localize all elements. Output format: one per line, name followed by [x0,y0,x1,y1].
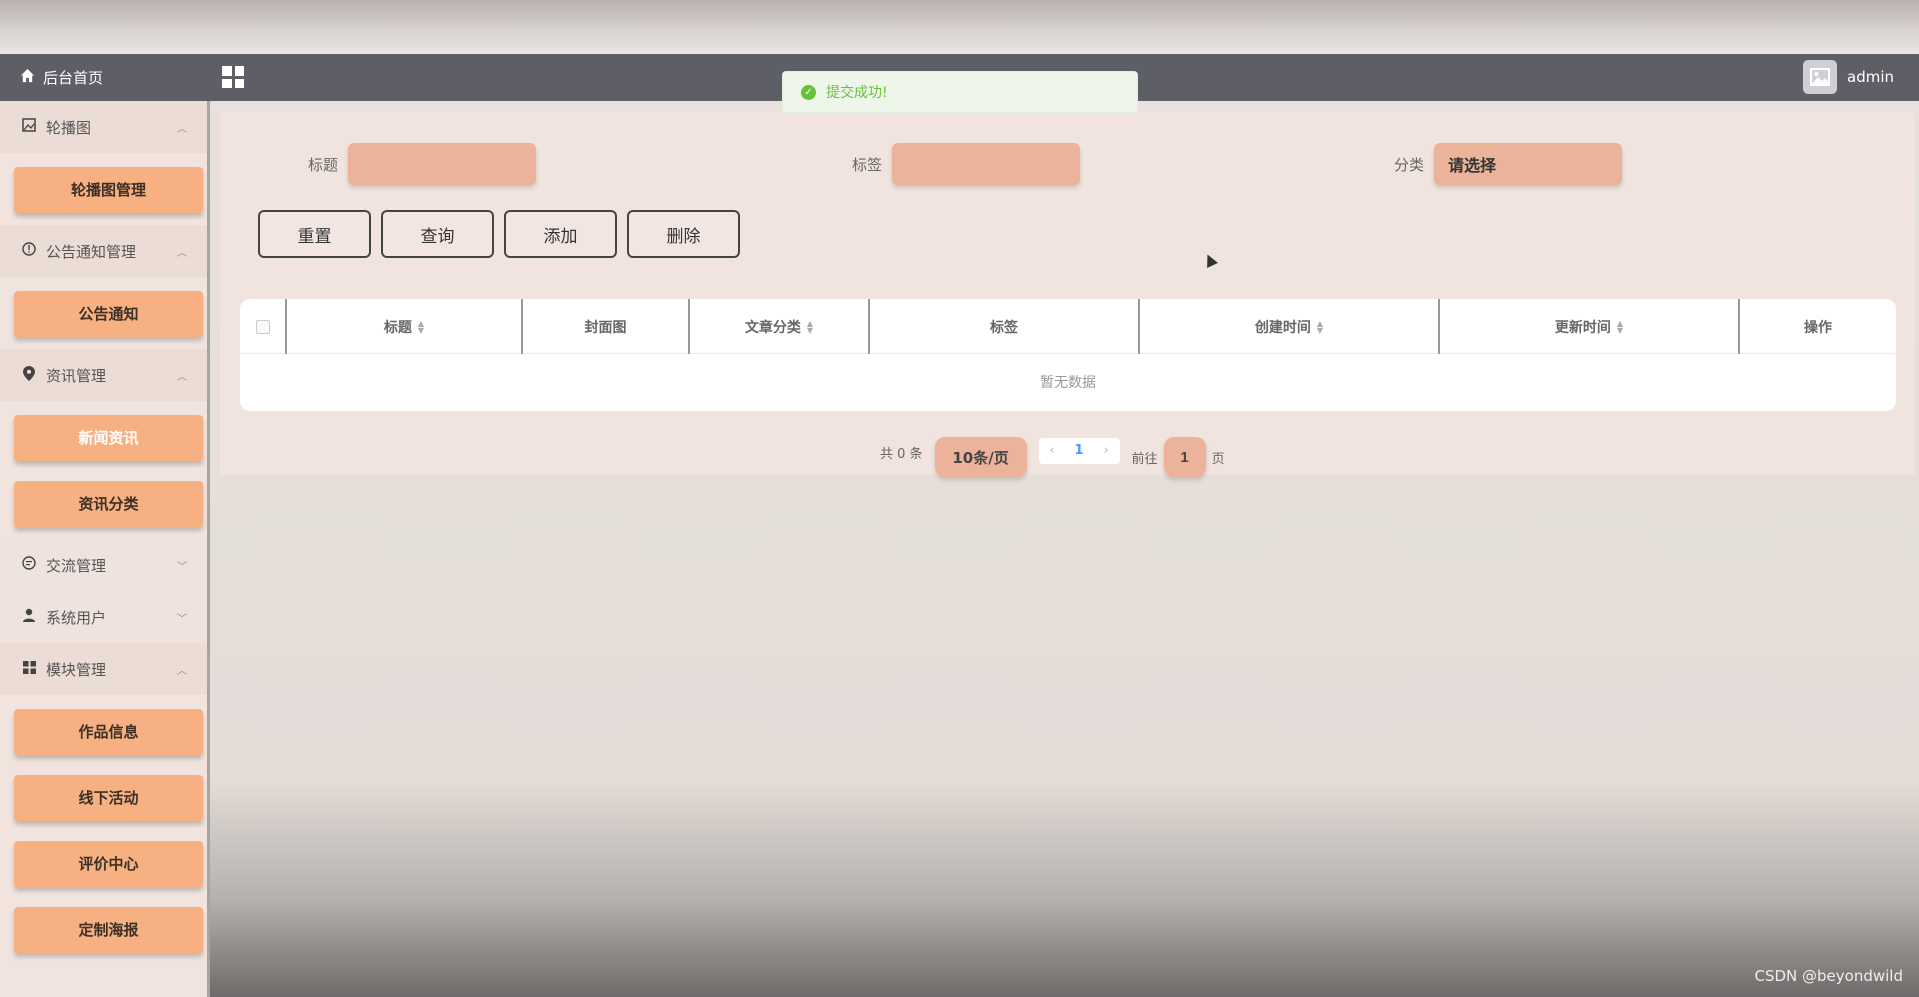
page-numbers: ‹ 1 › [1038,437,1120,464]
sidebar-item-offline-activity[interactable]: 线下活动 [14,775,203,821]
sidebar-item-notice[interactable]: 公告通知 [14,291,203,337]
location-pin-icon [20,365,38,385]
sidebar-group-news[interactable]: 资讯管理 ︿ [0,349,207,401]
picture-icon [20,118,38,136]
table-header: 标题 ▲▼ 封面图 文章分类 ▲▼ 标签 创建时间 ▲▼ 更新时间 ▲▼ [240,299,1896,354]
sidebar-group-users[interactable]: 系统用户 ﹀ [0,591,207,643]
sidebar-group-carousel[interactable]: 轮播图 ︿ [0,101,207,153]
delete-button[interactable]: 删除 [627,210,740,258]
action-buttons: 重置 查询 添加 删除 [258,210,740,258]
chevron-down-icon: ﹀ [177,561,187,573]
goto-prefix: 前往 [1131,451,1158,467]
sort-icon[interactable]: ▲ ▼ [418,319,424,334]
data-table: 标题 ▲▼ 封面图 文章分类 ▲▼ 标签 创建时间 ▲▼ 更新时间 ▲▼ [240,299,1896,411]
column-updated-at[interactable]: 更新时间 ▲ ▼ [1440,299,1740,354]
select-all-checkbox[interactable] [255,319,270,334]
chevron-up-icon: ︿ [177,665,187,677]
user-icon [20,608,38,626]
query-button[interactable]: 查询 [381,210,494,258]
column-title[interactable]: 标题 ▲ ▼ [287,299,523,354]
sidebar-group-notice[interactable]: 公告通知管理 ︿ [0,225,207,277]
goto-page-input[interactable] [1163,437,1206,477]
toast-message: 提交成功! [826,85,888,101]
category-filter-label: 分类 [1394,155,1425,174]
title-filter-label: 标题 [308,155,339,174]
info-circle-icon [20,242,38,260]
sort-icon[interactable]: ▲ ▼ [807,319,813,334]
username: admin [1847,68,1894,86]
column-created-at[interactable]: 创建时间 ▲ ▼ [1140,299,1440,354]
chevron-up-icon: ︿ [177,247,187,259]
goto-page: 前往 页 [1132,437,1225,477]
page-number[interactable]: 1 [1066,438,1093,464]
category-filter: 分类 请选择 [1394,143,1623,185]
sidebar-group-exchange[interactable]: 交流管理 ﹀ [0,539,207,591]
title-input[interactable] [348,143,537,185]
sidebar-item-review-center[interactable]: 评价中心 [14,841,203,887]
add-button[interactable]: 添加 [504,210,617,258]
watermark: CSDN @beyondwild [1754,967,1904,985]
category-select[interactable]: 请选择 [1434,143,1623,185]
select-all-cell [240,299,287,354]
chat-icon [20,556,38,574]
sidebar-item-works[interactable]: 作品信息 [14,709,203,755]
home-icon [20,68,35,87]
menu-toggle-icon[interactable] [222,66,244,88]
column-cover: 封面图 [523,299,690,354]
sort-icon[interactable]: ▲ ▼ [1317,319,1323,334]
success-toast: ✓ 提交成功! [782,71,1138,113]
check-circle-icon: ✓ [801,84,816,100]
reset-button[interactable]: 重置 [258,210,371,258]
goto-suffix: 页 [1211,451,1225,467]
grid-icon [20,660,38,678]
user-menu[interactable]: admin [1803,57,1894,97]
empty-state: 暂无数据 [1040,375,1096,391]
prev-page-icon[interactable]: ‹ [1039,438,1066,464]
avatar[interactable] [1803,60,1837,94]
sidebar-item-news[interactable]: 新闻资讯 [14,415,203,461]
tag-input[interactable] [892,143,1081,185]
chevron-up-icon: ︿ [177,371,187,383]
sidebar-item-custom-poster[interactable]: 定制海报 [14,907,203,953]
sidebar-item-carousel-manage[interactable]: 轮播图管理 [14,167,203,213]
filter-bar: 标题 标签 分类 请选择 [220,143,1915,185]
main-content: 标题 标签 分类 请选择 重置 查询 添加 删除 标题 ▲ ▼ 封面图 文章分类… [220,112,1915,477]
chevron-down-icon: ﹀ [177,613,187,625]
column-actions: 操作 [1804,319,1832,336]
home-link[interactable]: 后台首页 [0,54,210,101]
page-size-select[interactable]: 10条/页 [934,437,1027,477]
sort-icon[interactable]: ▲ ▼ [1617,319,1623,334]
home-label: 后台首页 [43,69,104,87]
tag-filter: 标签 [852,143,1081,185]
column-tag: 标签 [870,299,1140,354]
sidebar-group-modules[interactable]: 模块管理 ︿ [0,643,207,695]
next-page-icon[interactable]: › [1093,438,1120,464]
title-filter: 标题 [308,143,537,185]
tag-filter-label: 标签 [852,155,883,174]
pagination: 共 0 条 10条/页 ‹ 1 › 前往 页 [880,428,1225,477]
image-icon [1810,68,1830,86]
total-count: 共 0 条 [880,447,923,462]
column-category[interactable]: 文章分类 ▲ ▼ [690,299,870,354]
sidebar: 轮播图 ︿ 轮播图管理 公告通知管理 ︿ 公告通知 资讯管理 ︿ 新闻资讯 资讯… [0,101,210,997]
sidebar-item-news-category[interactable]: 资讯分类 [14,481,203,527]
chevron-up-icon: ︿ [177,123,187,135]
